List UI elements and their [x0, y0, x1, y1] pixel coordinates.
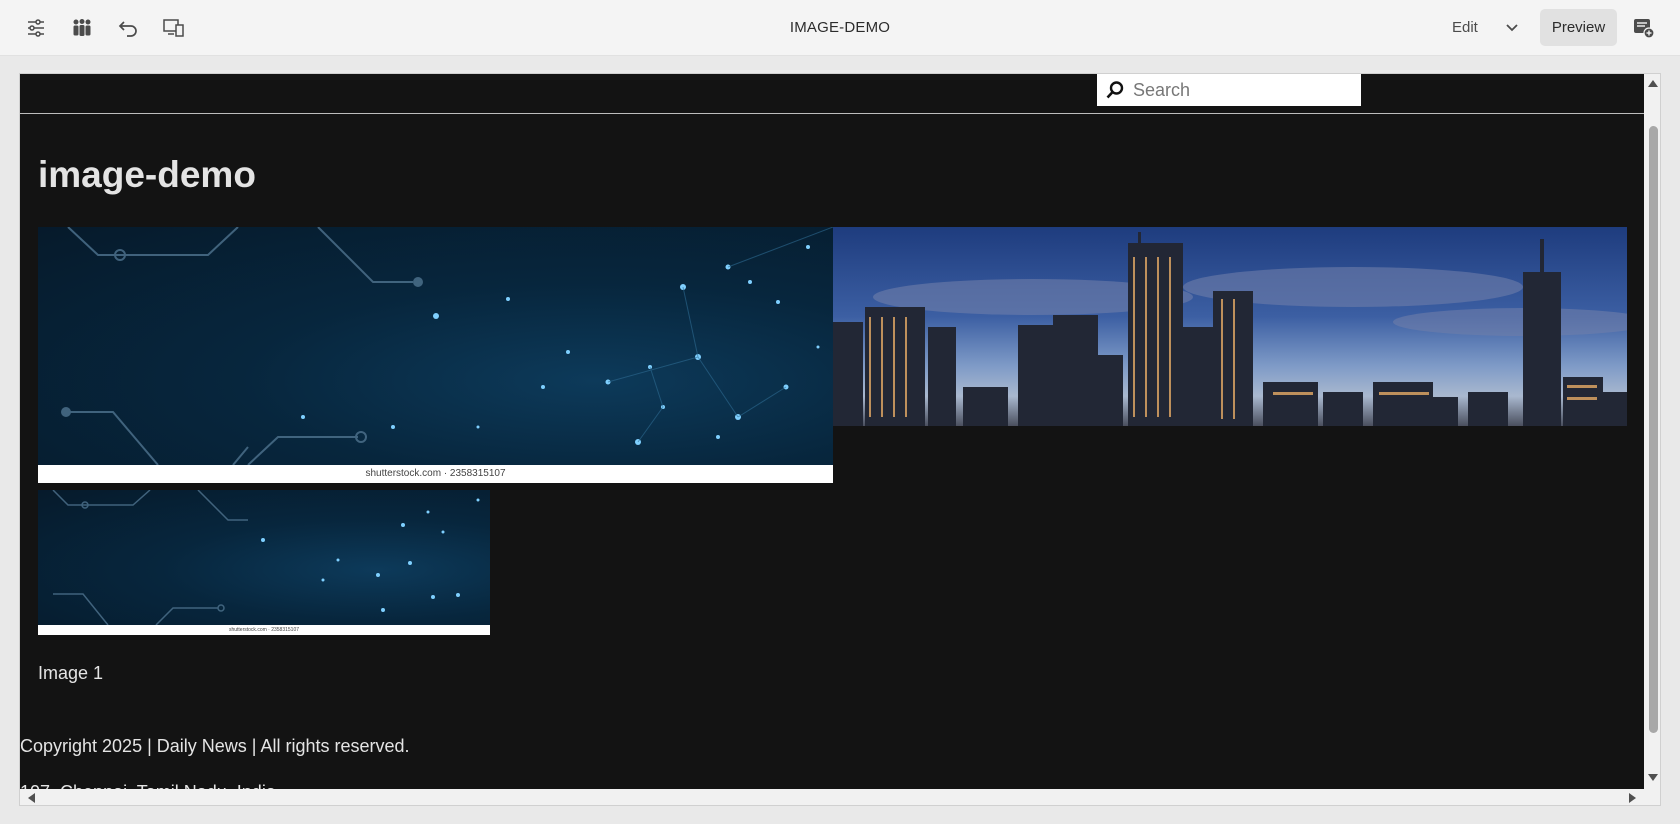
horizontal-scrollbar[interactable] — [20, 789, 1660, 805]
scroll-down-icon[interactable] — [1648, 774, 1658, 781]
page-preview-frame: image-demo — [19, 73, 1661, 806]
page-title-label: IMAGE-DEMO — [789, 19, 891, 36]
image-watermark-small: shutterstock.com · 2358315107 — [38, 625, 490, 635]
page-info-icon[interactable] — [1630, 14, 1658, 42]
vertical-scrollbar[interactable] — [1644, 74, 1660, 790]
search-icon — [1097, 74, 1133, 106]
footer-copyright: Copyright 2025 | Daily News | All rights… — [20, 736, 410, 756]
image-watermark: shutterstock.com · 2358315107 — [38, 465, 833, 483]
city-skyline-image — [833, 227, 1627, 426]
preview-button[interactable]: Preview — [1540, 9, 1617, 46]
scroll-right-icon[interactable] — [1629, 793, 1636, 803]
scrollbar-thumb[interactable] — [1649, 126, 1658, 733]
search-input[interactable] — [1133, 79, 1353, 101]
image-caption: Image 1 — [38, 663, 104, 683]
tech-network-image: shutterstock.com · 2358315107 — [38, 227, 833, 483]
scroll-up-icon[interactable] — [1648, 80, 1658, 87]
mode-selector-label[interactable]: Edit — [1452, 19, 1478, 36]
tech-network-image-small: shutterstock.com · 2358315107 — [38, 490, 490, 635]
search-box[interactable] — [1097, 74, 1361, 106]
scroll-left-icon[interactable] — [28, 793, 35, 803]
editor-toolbar: IMAGE-DEMO Edit Preview — [0, 0, 1680, 56]
site-header — [20, 74, 1644, 114]
chevron-down-icon[interactable] — [1500, 16, 1524, 40]
page-heading: image-demo — [38, 154, 256, 195]
